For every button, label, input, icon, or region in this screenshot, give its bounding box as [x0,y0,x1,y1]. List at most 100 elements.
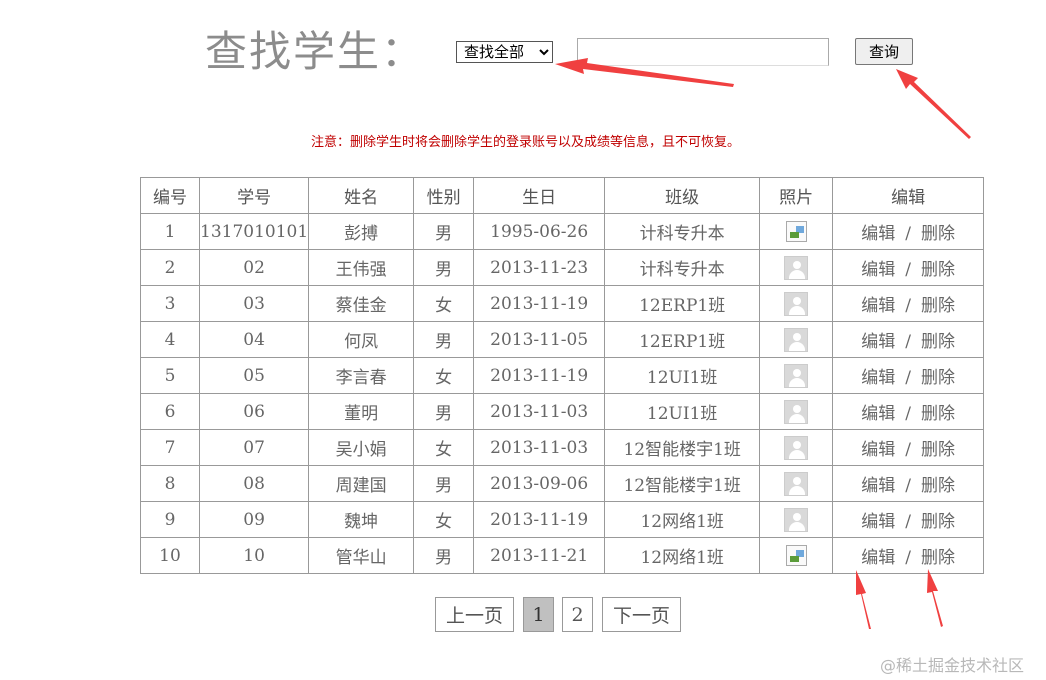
delete-link[interactable]: 删除 [921,260,955,280]
cell-gender: 男 [413,465,475,502]
column-header-birthday: 生日 [473,177,606,214]
search-button[interactable]: 查询 [855,38,913,65]
avatar-placeholder-icon [784,507,809,532]
avatar-placeholder-icon [784,291,809,316]
cell-class: 计科专升本 [604,249,761,286]
edit-link[interactable]: 编辑 [861,476,895,496]
cell-photo [759,537,834,574]
cell-birthday: 2013-11-19 [473,357,606,394]
cell-student-id: 06 [198,393,310,430]
cell-name: 何凤 [308,321,415,358]
cell-birthday: 2013-11-21 [473,537,606,574]
edit-link[interactable]: 编辑 [861,368,895,388]
cell-actions: 编辑 / 删除 [832,357,985,394]
edit-link[interactable]: 编辑 [861,548,895,568]
cell-gender: 男 [413,321,475,358]
page-2-button[interactable]: 2 [562,597,593,632]
cell-birthday: 2013-11-19 [473,501,606,538]
cell-name: 彭搏 [308,213,415,250]
edit-link[interactable]: 编辑 [861,224,895,244]
delete-link[interactable]: 删除 [921,368,955,388]
cell-student-id: 05 [198,357,310,394]
edit-link[interactable]: 编辑 [861,512,895,532]
column-header-edit: 编辑 [832,177,985,214]
cell-name: 周建国 [308,465,415,502]
action-separator: / [905,440,912,460]
edit-link[interactable]: 编辑 [861,440,895,460]
search-input[interactable] [577,38,829,66]
cell-birthday: 1995-06-26 [473,213,606,250]
cell-photo [759,357,834,394]
delete-link[interactable]: 删除 [921,404,955,424]
cell-class: 12网络1班 [604,537,761,574]
delete-link[interactable]: 删除 [921,224,955,244]
cell-actions: 编辑 / 删除 [832,393,985,430]
edit-link[interactable]: 编辑 [861,404,895,424]
delete-link[interactable]: 删除 [921,332,955,352]
cell-gender: 女 [413,285,475,322]
cell-student-id: 09 [198,501,310,538]
pagination: 上一页 1 2 下一页 [0,597,1046,633]
table-row: 4 04 何凤男 2013-11-05 12ERP1班 编辑 / 删除 [140,321,985,358]
table-row: 7 07 吴小娟女 2013-11-03 12智能楼宇1班 编辑 / 删除 [140,429,985,466]
cell-student-id: 10 [198,537,310,574]
action-separator: / [905,512,912,532]
watermark: @稀土掘金技术社区 [880,656,1025,675]
cell-class: 12网络1班 [604,501,761,538]
table-row: 3 03 蔡佳金女 2013-11-19 12ERP1班 编辑 / 删除 [140,285,985,322]
cell-gender: 女 [413,429,475,466]
cell-gender: 男 [413,537,475,574]
cell-number: 6 [140,393,200,430]
cell-name: 管华山 [308,537,415,574]
edit-link[interactable]: 编辑 [861,332,895,352]
delete-link[interactable]: 删除 [921,476,955,496]
cell-actions: 编辑 / 删除 [832,249,985,286]
cell-gender: 女 [413,357,475,394]
column-header-class: 班级 [604,177,761,214]
cell-class: 12智能楼宇1班 [604,429,761,466]
cell-name: 董明 [308,393,415,430]
delete-link[interactable]: 删除 [921,512,955,532]
cell-student-id: 07 [198,429,310,466]
student-table: 编号 学号 姓名 性别 生日 班级 照片 编辑 1 1317010101 彭搏男 19… [140,177,985,574]
cell-name: 王伟强 [308,249,415,286]
action-separator: / [905,332,912,352]
avatar-placeholder-icon [784,363,809,388]
cell-photo [759,429,834,466]
cell-number: 9 [140,501,200,538]
delete-link[interactable]: 删除 [921,548,955,568]
delete-link[interactable]: 删除 [921,296,955,316]
cell-photo [759,213,834,250]
broken-image-icon [785,545,807,566]
table-row: 1 1317010101 彭搏男 1995-06-26 计科专升本 编辑 / 删除 [140,213,985,250]
next-page-button[interactable]: 下一页 [602,597,681,632]
action-separator: / [905,368,912,388]
cell-student-id: 1317010101 [198,213,310,250]
table-row: 2 02 王伟强男 2013-11-23 计科专升本 编辑 / 删除 [140,249,985,286]
cell-actions: 编辑 / 删除 [832,285,985,322]
search-scope-select[interactable]: 查找全部 [456,41,553,63]
table-header-row: 编号 学号 姓名 性别 生日 班级 照片 编辑 [140,177,985,214]
cell-birthday: 2013-11-23 [473,249,606,286]
cell-gender: 男 [413,249,475,286]
edit-link[interactable]: 编辑 [861,296,895,316]
cell-class: 12UI1班 [604,357,761,394]
cell-photo [759,249,834,286]
cell-number: 3 [140,285,200,322]
cell-number: 7 [140,429,200,466]
cell-gender: 男 [413,213,475,250]
prev-page-button[interactable]: 上一页 [435,597,514,632]
cell-number: 1 [140,213,200,250]
page-1-button[interactable]: 1 [523,597,554,632]
cell-number: 8 [140,465,200,502]
cell-class: 12智能楼宇1班 [604,465,761,502]
edit-link[interactable]: 编辑 [861,260,895,280]
column-header-student-id: 学号 [198,177,310,214]
cell-name: 李言春 [308,357,415,394]
delete-warning-text: 注意：删除学生时将会删除学生的登录账号以及成绩等信息，且不可恢复。 [311,135,741,150]
table-row: 5 05 李言春女 2013-11-19 12UI1班 编辑 / 删除 [140,357,985,394]
action-separator: / [905,260,912,280]
cell-class: 12UI1班 [604,393,761,430]
delete-link[interactable]: 删除 [921,440,955,460]
cell-student-id: 04 [198,321,310,358]
